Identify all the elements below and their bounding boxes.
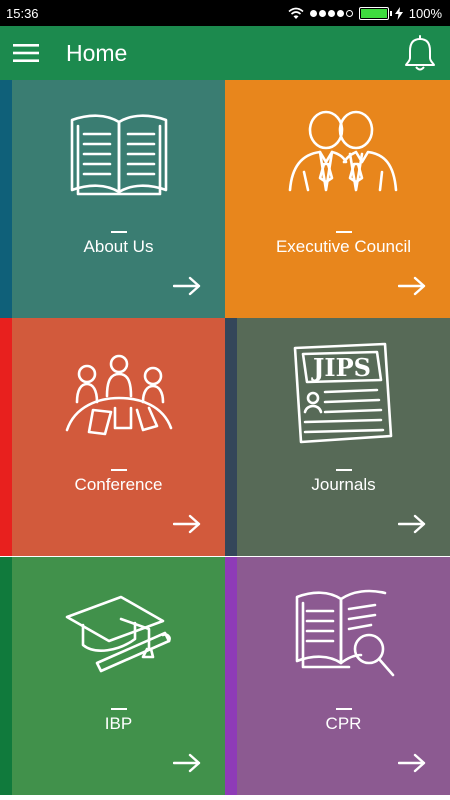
bell-icon [405, 35, 435, 71]
book-magnifier-icon [295, 589, 394, 677]
tile-label: Executive Council [275, 237, 412, 256]
arrow-right-icon [173, 276, 201, 296]
council-members-icon [288, 110, 397, 192]
battery-level [360, 8, 387, 18]
tile-ibp[interactable]: IBP [0, 557, 225, 795]
status-bar: 15:36 100% [0, 0, 450, 26]
label-dash [110, 708, 127, 710]
tile-label: About Us [83, 237, 154, 256]
arrow-right-icon [173, 753, 201, 773]
open-book-icon [70, 114, 167, 196]
hamburger-menu-icon [13, 44, 39, 62]
notifications-button[interactable] [390, 26, 450, 80]
menu-grid: About Us Executive Council Conference JI… [0, 80, 450, 795]
battery-icon [358, 6, 392, 20]
conference-people-icon [65, 354, 172, 436]
graduation-cap-icon [65, 595, 171, 673]
tile-label: IBP [104, 714, 133, 733]
label-dash [335, 231, 352, 233]
arrow-right-icon [398, 753, 426, 773]
bottom-edge [0, 795, 450, 800]
page-title: Home [66, 39, 128, 66]
arrow-right-icon [173, 514, 201, 534]
tile-label: Conference [74, 475, 163, 494]
tile-label: Journals [311, 475, 376, 494]
status-icons: 100% [288, 6, 442, 21]
tile-journals[interactable]: JIPS Journals [225, 318, 450, 556]
menu-button[interactable] [0, 26, 52, 80]
journal-logo-text: JIPS [311, 353, 371, 382]
app-bar: Home [0, 26, 450, 80]
battery-percent: 100% [408, 5, 442, 21]
signal-dots-icon [309, 9, 353, 17]
label-dash [335, 469, 352, 471]
tile-about-us[interactable]: About Us [0, 80, 225, 318]
label-dash [110, 231, 127, 233]
tile-conference[interactable]: Conference [0, 318, 225, 556]
journal-jips-icon: JIPS [293, 342, 392, 444]
wifi-icon [288, 7, 304, 19]
charging-bolt-icon [394, 6, 403, 20]
arrow-right-icon [398, 514, 426, 534]
arrow-right-icon [398, 276, 426, 296]
label-dash [110, 469, 127, 471]
tile-executive-council[interactable]: Executive Council [225, 80, 450, 318]
status-time: 15:36 [6, 5, 39, 21]
tile-cpr[interactable]: CPR [225, 557, 450, 795]
label-dash [335, 708, 352, 710]
tile-label: CPR [325, 714, 362, 733]
